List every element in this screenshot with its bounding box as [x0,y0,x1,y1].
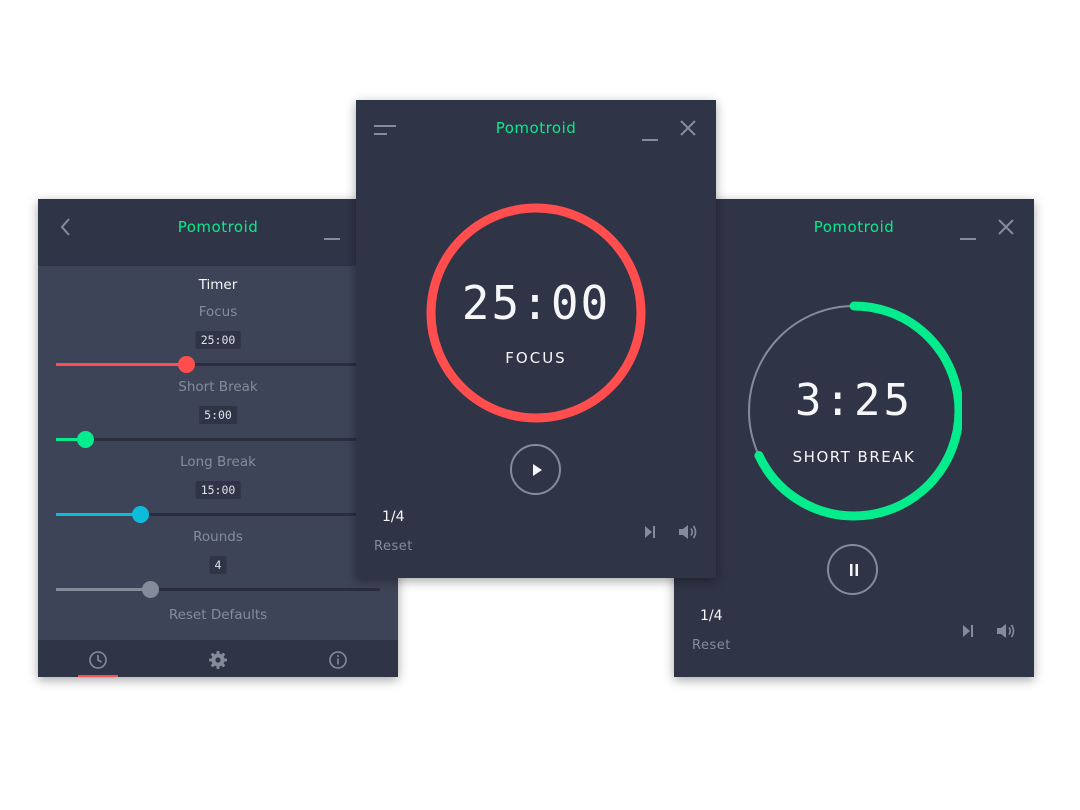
short-break-time-display: 3:25 [795,375,913,426]
long-break-slider-handle[interactable] [132,506,150,523]
pause-button[interactable] [827,544,878,595]
long-break-label: Long Break [180,454,256,470]
focus-slider[interactable] [56,356,380,373]
app-title: Pomotroid [177,218,259,236]
focus-slider-handle[interactable] [177,356,195,373]
app-title: Pomotroid [495,119,577,137]
rounds-label: Rounds [193,529,243,545]
short-break-timer-window: Pomotroid 3:25 SHORT BREAK 1/4 Reset [674,199,1034,677]
long-break-value: 15:00 [195,481,241,499]
rounds-slider[interactable] [56,581,380,598]
close-icon[interactable] [680,120,696,136]
rounds-slider-fill [56,588,150,591]
round-counter: 1/4 [382,509,405,525]
volume-icon[interactable] [996,622,1016,640]
skip-icon[interactable] [643,524,657,540]
short-break-label: Short Break [178,379,258,395]
round-counter: 1/4 [700,608,723,624]
reset-button[interactable]: Reset [692,638,731,653]
close-icon[interactable] [998,219,1014,235]
volume-icon[interactable] [678,523,698,541]
minimize-icon[interactable] [642,127,658,141]
long-break-slider[interactable] [56,506,380,523]
short-break-slider[interactable] [56,431,380,448]
minimize-icon[interactable] [324,226,340,240]
gear-icon[interactable] [208,650,228,670]
rounds-value: 4 [209,556,227,574]
rounds-slider-handle[interactable] [141,581,159,598]
info-icon[interactable] [328,650,348,670]
settings-window: Pomotroid Timer Focus 25:00 Short Break … [38,199,398,677]
focus-value: 25:00 [195,331,241,349]
focus-label: Focus [198,304,238,320]
focus-time-display: 25:00 [461,276,611,330]
app-title: Pomotroid [813,218,895,236]
long-break-slider-fill [56,513,141,516]
skip-icon[interactable] [961,623,975,639]
pause-icon [850,564,858,576]
minimize-icon[interactable] [960,226,976,240]
short-break-mode-label: SHORT BREAK [792,448,916,466]
reset-defaults-link[interactable]: Reset Defaults [38,607,398,623]
reset-button[interactable]: Reset [374,539,413,554]
clock-icon[interactable] [88,650,108,670]
play-button[interactable] [510,444,561,495]
short-break-slider-handle[interactable] [77,431,95,448]
settings-nav-bar [38,641,398,677]
focus-timer-window: Pomotroid 25:00 FOCUS 1/4 Reset [356,100,716,578]
play-icon [533,464,542,476]
active-tab-indicator [78,675,118,677]
short-break-value: 5:00 [199,406,237,424]
settings-heading: Timer [198,277,238,293]
timer-settings-panel: Timer Focus 25:00 Short Break 5:00 Long … [38,266,398,640]
focus-mode-label: FOCUS [505,349,567,367]
focus-slider-fill [56,363,186,366]
